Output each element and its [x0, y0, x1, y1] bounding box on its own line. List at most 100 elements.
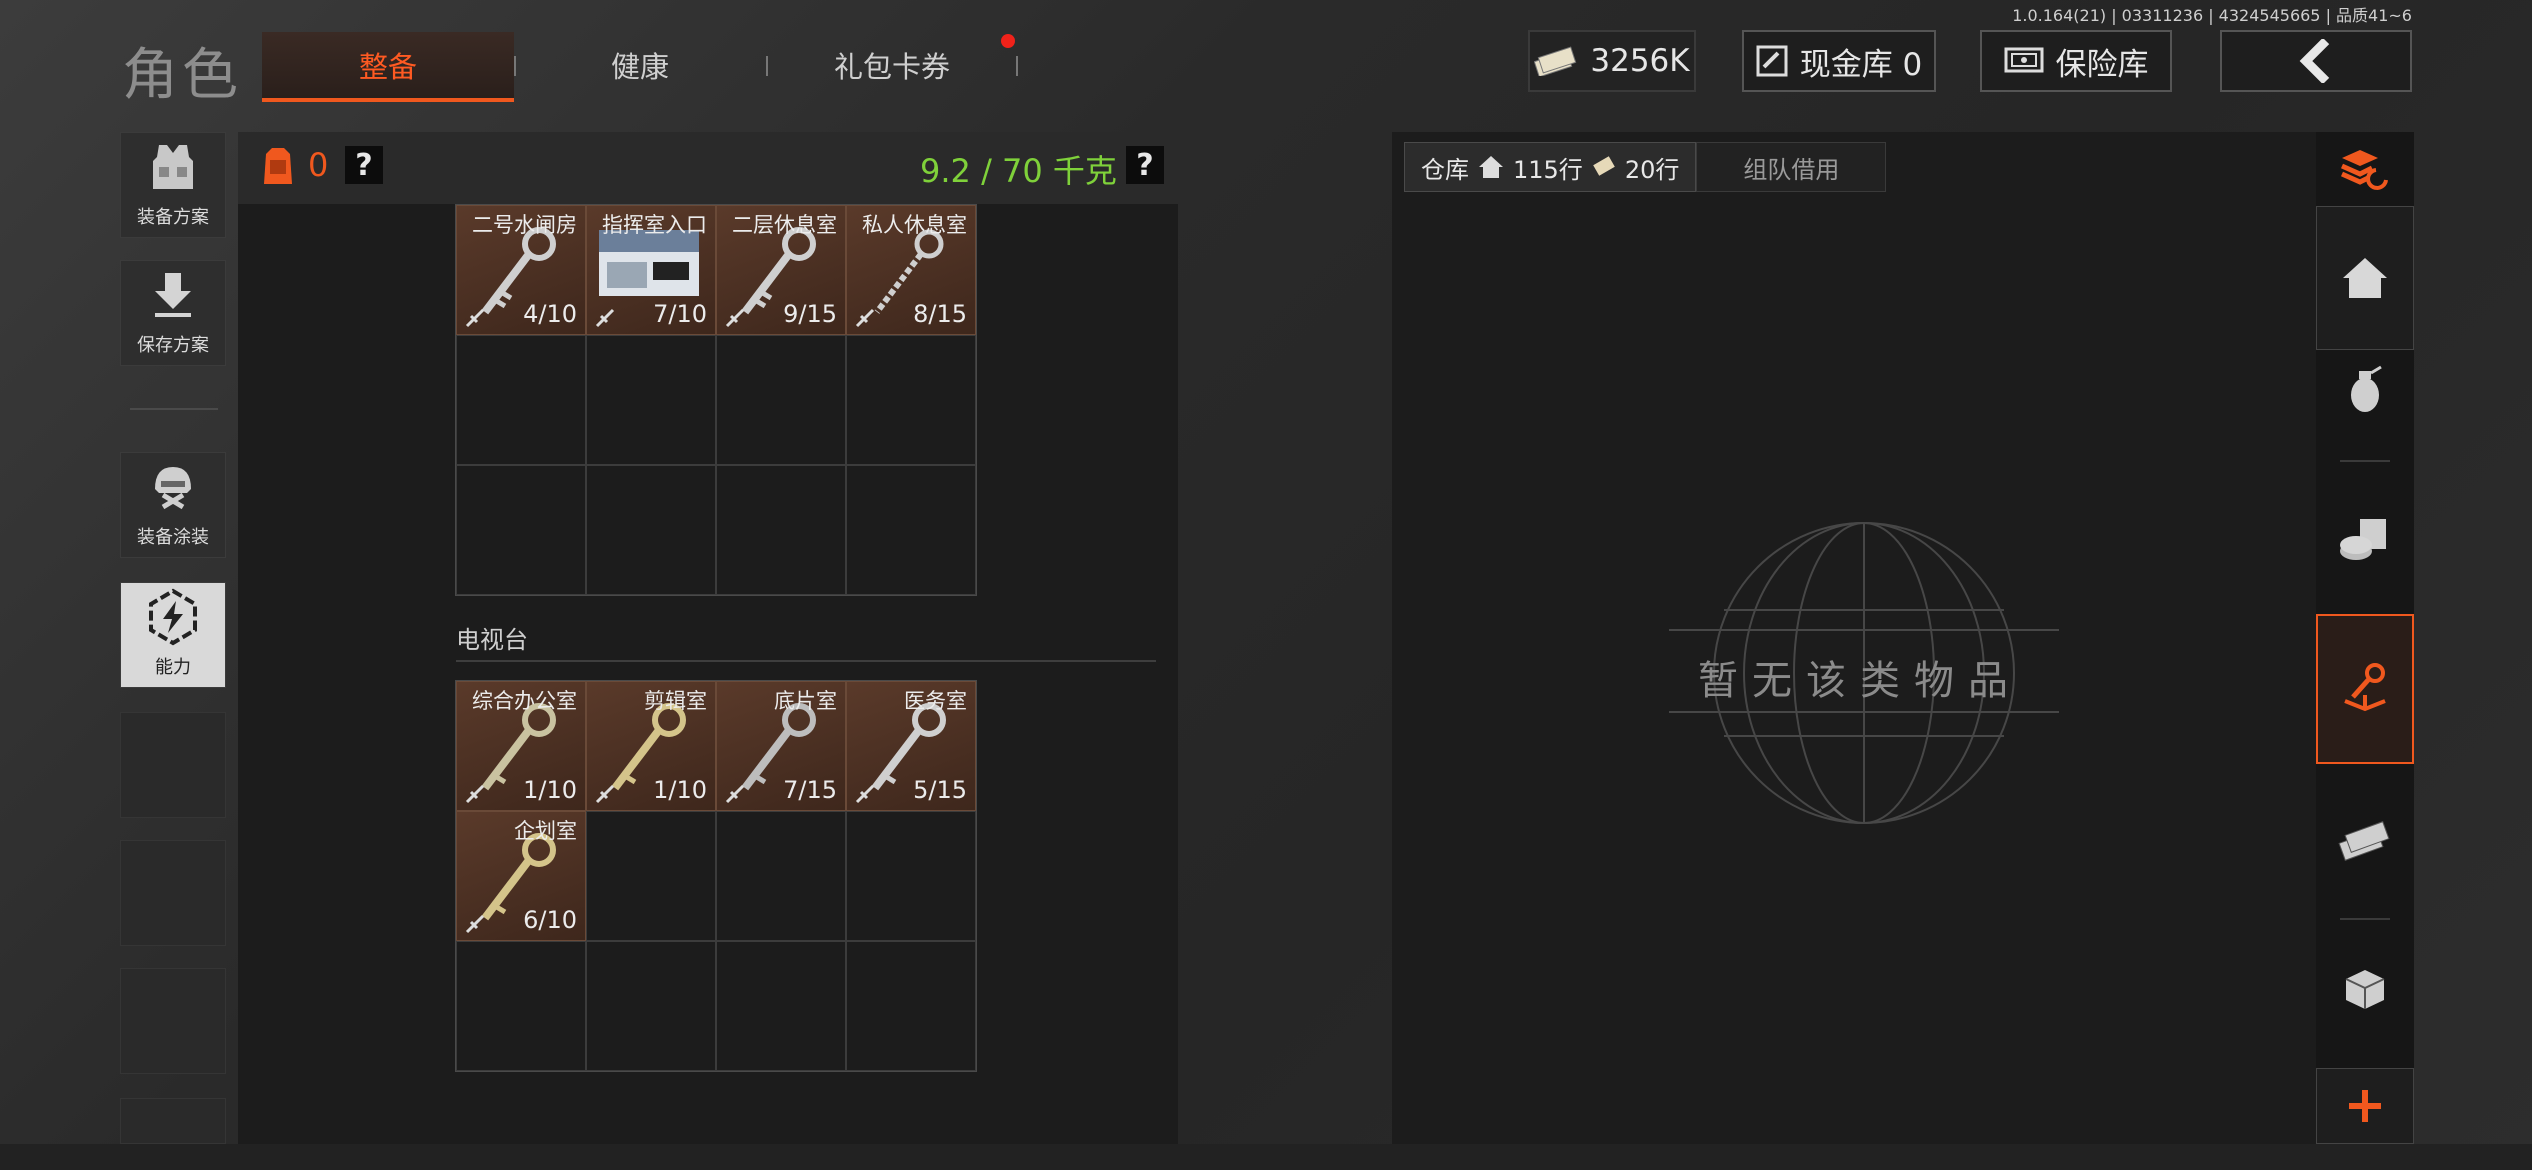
key-small-icon — [465, 308, 485, 328]
rail-home-button[interactable] — [2316, 206, 2414, 350]
cash-bank-button[interactable]: 现金库 0 — [1742, 30, 1936, 92]
ability-icon — [149, 588, 197, 646]
rail-grenade-button[interactable] — [2316, 340, 2414, 440]
box-icon — [2345, 970, 2385, 1009]
helmet-icon — [155, 467, 191, 510]
rail-add-button[interactable] — [2316, 1068, 2414, 1144]
rail-supplies-button[interactable] — [2316, 470, 2414, 610]
key-small-icon — [595, 308, 615, 328]
key-item[interactable]: 企划室 6/10 — [456, 811, 586, 941]
key-item[interactable]: 剪辑室 1/10 — [586, 681, 716, 811]
sidebar-label: 保存方案 — [137, 335, 209, 356]
tab-gear[interactable]: 整备 — [262, 32, 514, 102]
empty-slot — [120, 712, 226, 818]
key-item[interactable]: 医务室 5/15 — [846, 681, 976, 811]
back-button[interactable] — [2220, 30, 2412, 92]
empty-message: 暂无该类物品 — [1698, 658, 2022, 704]
help-button[interactable]: ? — [345, 146, 383, 184]
grid-slot[interactable] — [586, 465, 716, 595]
item-count: 1/10 — [653, 776, 707, 804]
item-count: 8/15 — [913, 300, 967, 328]
key-icon — [2344, 663, 2386, 712]
sidebar-label: 能力 — [155, 657, 191, 678]
grid-slot[interactable] — [846, 941, 976, 1071]
key-small-icon — [855, 784, 875, 804]
key-small-icon — [855, 308, 875, 328]
keycard-icon — [599, 230, 699, 296]
home-icon — [1479, 156, 1503, 178]
key-item[interactable]: 综合办公室 1/10 — [456, 681, 586, 811]
tab-gift[interactable]: 礼包卡券 — [766, 32, 1018, 98]
home-icon — [2343, 258, 2387, 298]
item-count: 1/10 — [523, 776, 577, 804]
grenade-icon — [2351, 365, 2382, 412]
cash-bank-label: 现金库 0 — [1799, 46, 1923, 83]
item-name: 综合办公室 — [472, 689, 577, 713]
grid-slot[interactable] — [716, 465, 846, 595]
key-grid-2: 综合办公室 1/10 剪辑室 1/10 底片室 7/15 医务室 5/15 企划… — [455, 680, 977, 1072]
key-small-icon — [595, 784, 615, 804]
tab-health[interactable]: 健康 — [514, 32, 766, 98]
rail-cash-button[interactable] — [2316, 770, 2414, 910]
loadout-plan-button[interactable]: 装备方案 — [120, 132, 226, 238]
grid-slot[interactable] — [846, 811, 976, 941]
grid-slot[interactable] — [846, 335, 976, 465]
grid-slot[interactable] — [586, 941, 716, 1071]
grid-slot[interactable] — [586, 335, 716, 465]
safe-label: 保险库 — [2055, 46, 2149, 83]
grid-slot[interactable] — [456, 335, 586, 465]
tab-team-borrow[interactable]: 组队借用 — [1696, 142, 1887, 192]
cash-icon — [1534, 46, 1577, 76]
tab-separator — [514, 56, 516, 76]
gear-skin-button[interactable]: 装备涂装 — [120, 452, 226, 558]
cash-bank-icon — [1756, 45, 1788, 77]
safe-button[interactable]: 保险库 — [1980, 30, 2172, 92]
ability-button[interactable]: 能力 — [120, 582, 226, 688]
download-icon — [155, 273, 191, 317]
grid-slot[interactable] — [456, 941, 586, 1071]
key-item[interactable]: 二号水闸房 4/10 — [456, 205, 586, 335]
ticket-icon — [1593, 156, 1615, 176]
sidebar-label: 装备方案 — [137, 207, 209, 228]
empty-slot — [120, 1098, 226, 1144]
grid-slot[interactable] — [846, 465, 976, 595]
rail-divider — [2340, 918, 2390, 920]
item-name: 指挥室入口 — [602, 213, 707, 237]
grid-slot[interactable] — [716, 811, 846, 941]
item-count: 5/15 — [913, 776, 967, 804]
keycard-item[interactable]: 指挥室入口 7/10 — [586, 205, 716, 335]
warehouse-tabs: 仓库 115行 20行 组队借用 — [1404, 142, 1887, 192]
key-item[interactable]: 二层休息室 9/15 — [716, 205, 846, 335]
plus-icon — [2349, 1090, 2381, 1122]
key-item[interactable]: 私人休息室 8/15 — [846, 205, 976, 335]
tab-separator — [766, 56, 768, 76]
item-name: 二号水闸房 — [472, 213, 577, 237]
item-count: 7/10 — [653, 300, 707, 328]
weight-help-button[interactable]: ? — [1126, 146, 1164, 184]
item-name: 剪辑室 — [644, 689, 707, 713]
grid-slot[interactable] — [586, 811, 716, 941]
tab-warehouse[interactable]: 仓库 115行 20行 — [1404, 142, 1697, 192]
item-count: 9/15 — [783, 300, 837, 328]
grid-slot[interactable] — [716, 335, 846, 465]
supplies-icon — [2340, 519, 2386, 560]
backpack-icon — [264, 148, 292, 184]
vest-icon — [153, 145, 193, 189]
refresh-stack-button[interactable] — [2316, 132, 2414, 204]
rail-divider — [2340, 460, 2390, 462]
grid-slot[interactable] — [716, 941, 846, 1071]
save-plan-button[interactable]: 保存方案 — [120, 260, 226, 366]
item-count: 4/10 — [523, 300, 577, 328]
item-name: 企划室 — [514, 819, 577, 843]
grid-slot[interactable] — [456, 465, 586, 595]
safe-icon — [2004, 47, 2043, 73]
item-count: 7/15 — [783, 776, 837, 804]
key-small-icon — [725, 784, 745, 804]
rail-key-button[interactable] — [2316, 614, 2414, 764]
sidebar-divider — [130, 408, 218, 410]
back-arrow-icon — [2299, 39, 2330, 83]
section-divider — [456, 660, 1156, 662]
rail-box-button[interactable] — [2316, 924, 2414, 1054]
key-item[interactable]: 底片室 7/15 — [716, 681, 846, 811]
item-name: 医务室 — [904, 689, 967, 713]
